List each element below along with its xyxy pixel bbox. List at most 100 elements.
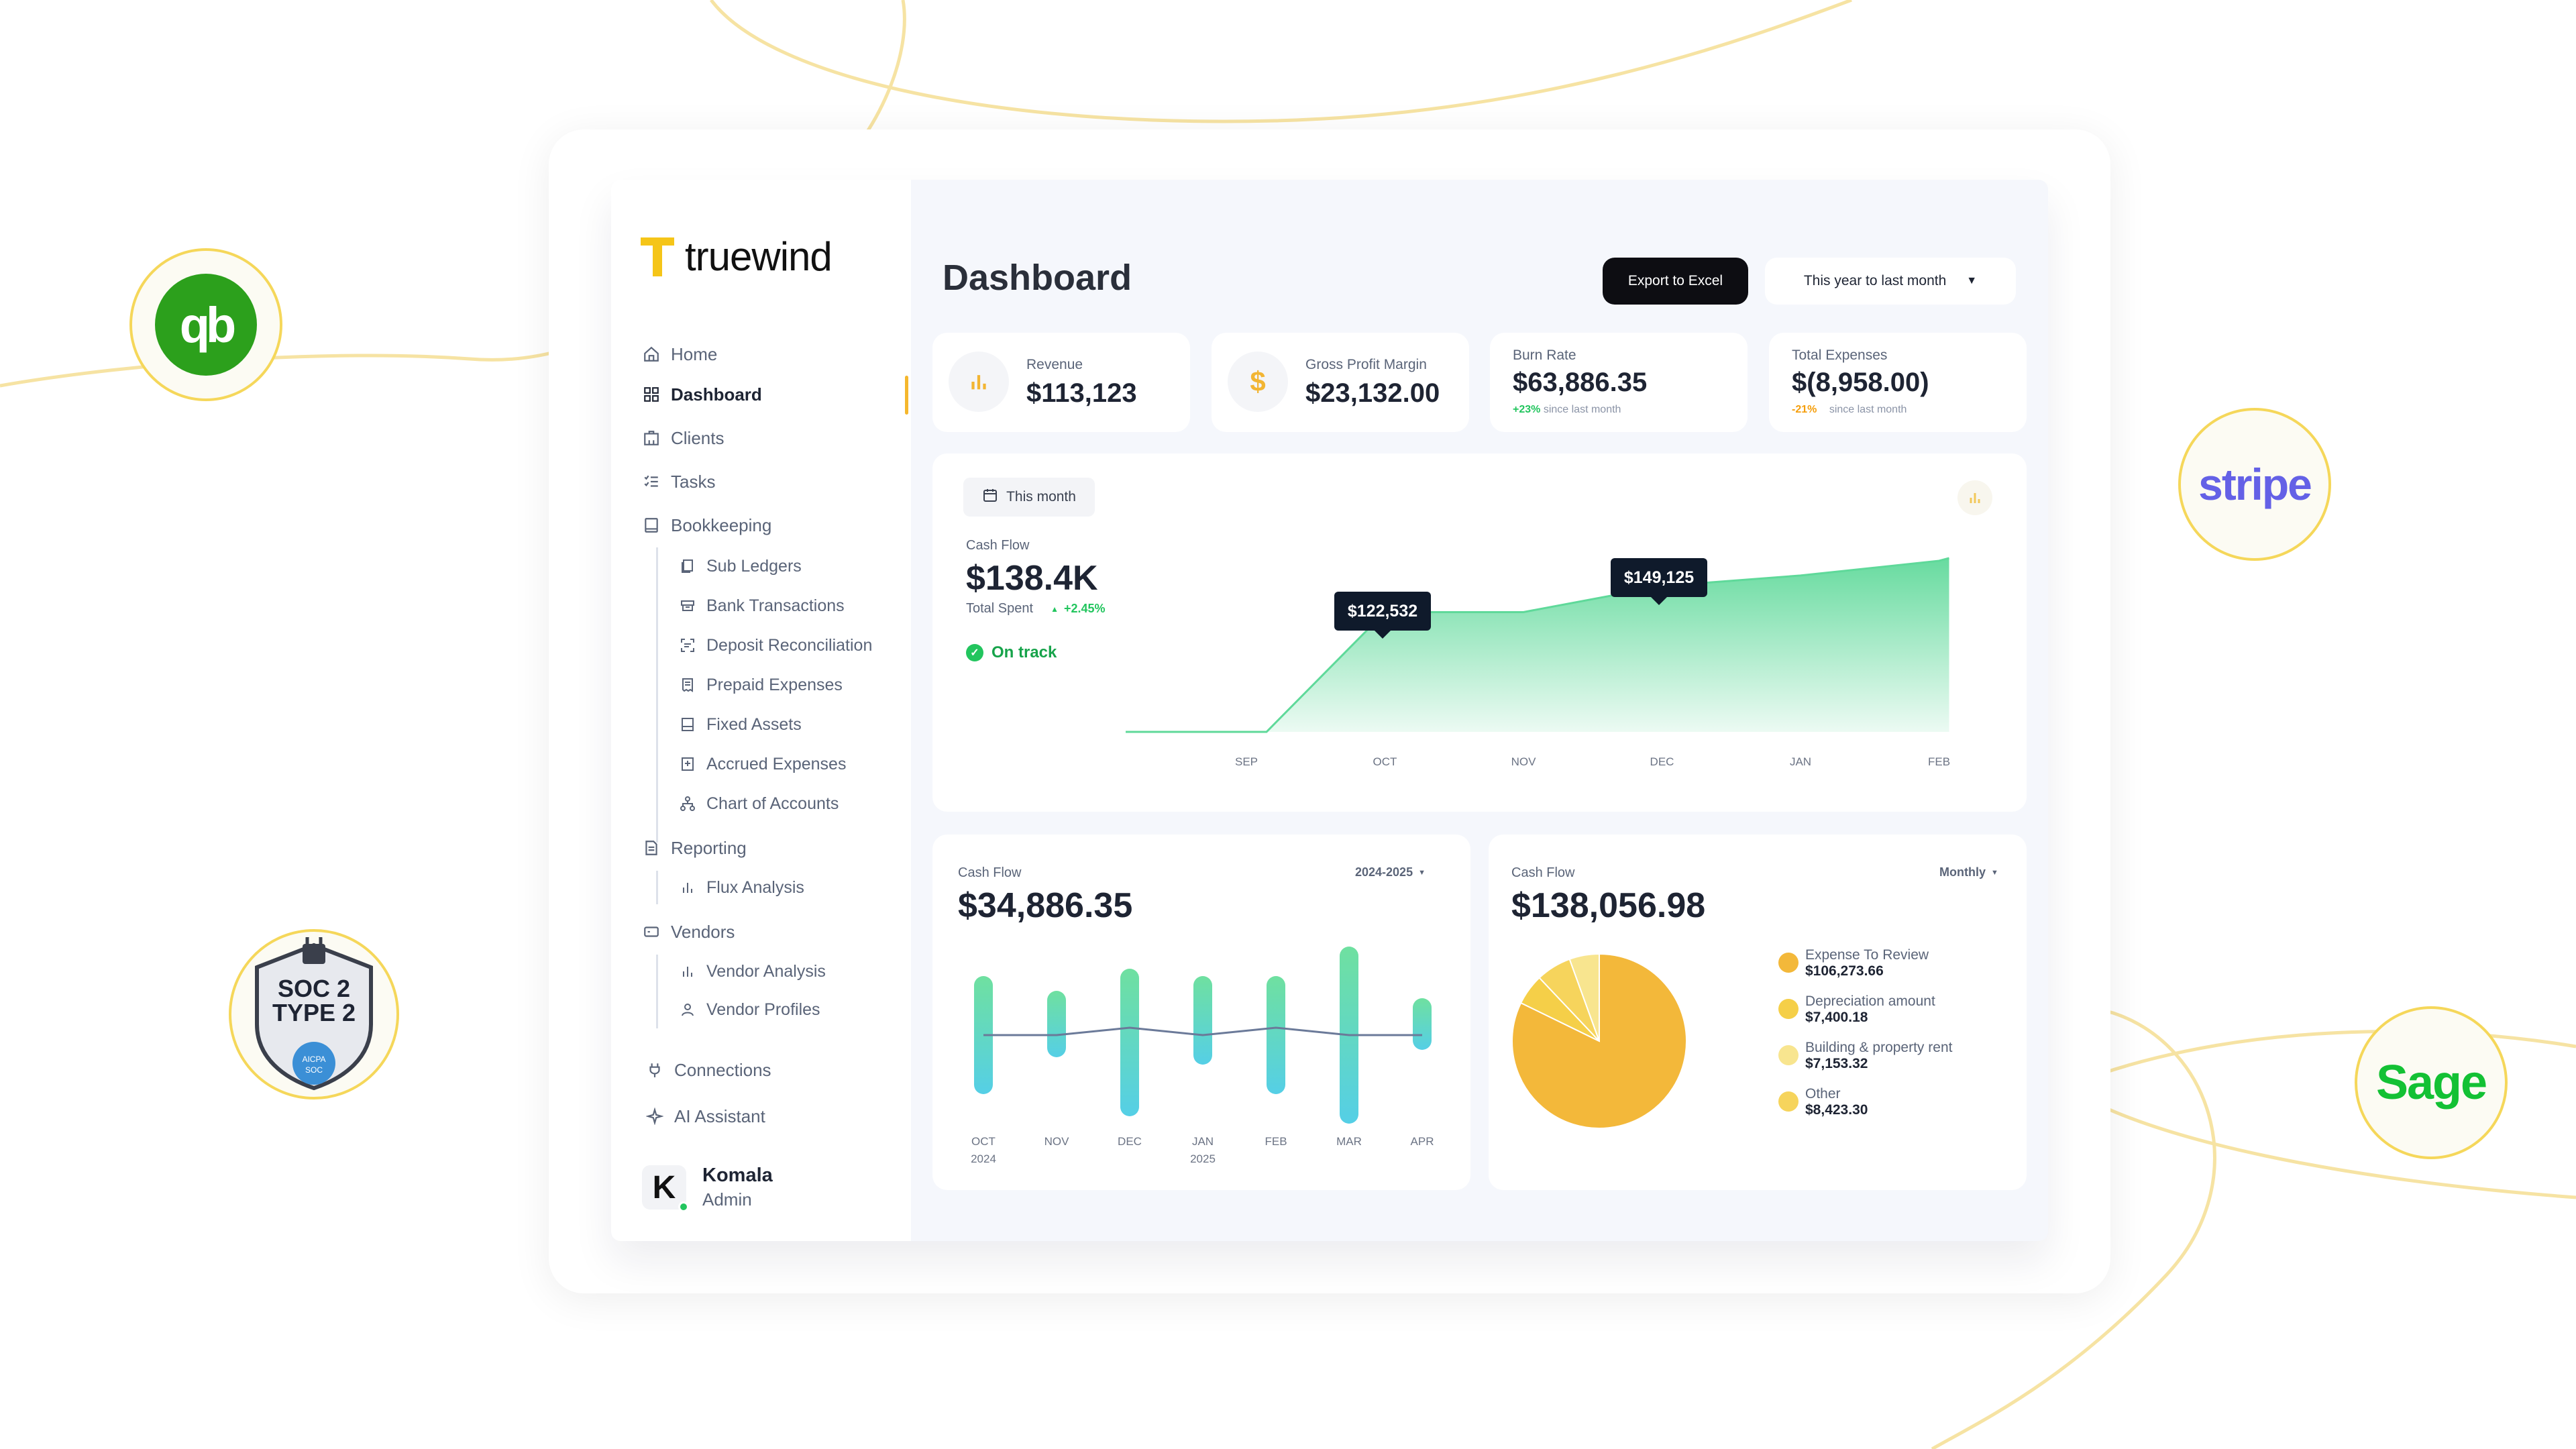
online-status-dot bbox=[678, 1201, 689, 1212]
kpi-card-burn-rate[interactable]: Burn Rate $63,886.35 +23% since last mon… bbox=[1490, 333, 1748, 432]
user-icon bbox=[678, 1000, 697, 1019]
nav-label: Clients bbox=[671, 427, 724, 448]
soc-seal-line1: AICPA bbox=[302, 1055, 325, 1064]
kpi-change: +23% since last month bbox=[1513, 404, 1621, 415]
cashflow-pie-chart bbox=[1511, 953, 1687, 1129]
kpi-label: Gross Profit Margin bbox=[1305, 357, 1427, 372]
sub-vendor-analysis[interactable]: Vendor Analysis bbox=[678, 959, 826, 984]
nav-tasks[interactable]: Tasks bbox=[641, 468, 715, 495]
export-excel-button[interactable]: Export to Excel bbox=[1603, 258, 1748, 305]
x-tick-label: FEB bbox=[1927, 755, 1951, 768]
x-tick-sublabel: 2024 bbox=[971, 1152, 996, 1165]
stripe-logo-text: stripe bbox=[2198, 460, 2312, 509]
sub-chart-of-accounts[interactable]: Chart of Accounts bbox=[678, 791, 839, 816]
x-tick-label: NOV bbox=[1511, 755, 1536, 768]
sub-label: Deposit Reconciliation bbox=[706, 635, 873, 655]
kpi-value: $113,123 bbox=[1026, 378, 1137, 408]
sub-label: Accrued Expenses bbox=[706, 754, 847, 773]
bar bbox=[1193, 976, 1212, 1065]
book-icon bbox=[641, 515, 661, 535]
hierarchy-icon bbox=[678, 794, 697, 813]
sub-accrued-expenses[interactable]: Accrued Expenses bbox=[678, 751, 846, 777]
sub-label: Vendor Profiles bbox=[706, 1000, 820, 1019]
sub-label: Prepaid Expenses bbox=[706, 675, 843, 694]
legend-dot bbox=[1778, 953, 1799, 973]
legend-name: Depreciation amount bbox=[1805, 994, 1935, 1009]
x-tick-label: DEC bbox=[1650, 755, 1674, 768]
app-window: truewind Home Dashboard Clients Tasks Bo… bbox=[611, 180, 2048, 1241]
nav-reporting[interactable]: Reporting bbox=[641, 835, 747, 861]
avatar: K bbox=[642, 1165, 689, 1212]
kpi-value: $(8,958.00) bbox=[1792, 368, 1929, 397]
kpi-label: Revenue bbox=[1026, 357, 1083, 372]
sparkle-icon bbox=[645, 1106, 665, 1126]
shield-icon: SOC 2 TYPE 2 AICPA SOC bbox=[255, 937, 373, 1091]
user-profile[interactable]: K Komala Admin bbox=[642, 1165, 773, 1212]
sage-badge: Sage bbox=[2355, 1006, 2508, 1159]
report-icon bbox=[641, 838, 661, 858]
nav-label: Dashboard bbox=[671, 384, 762, 405]
bar-chart-icon bbox=[949, 352, 1009, 412]
bank-icon bbox=[678, 596, 697, 615]
home-icon bbox=[641, 344, 661, 364]
x-tick-label: NOV bbox=[1044, 1135, 1069, 1148]
brand-logo[interactable]: truewind bbox=[639, 233, 833, 280]
nav-clients[interactable]: Clients bbox=[641, 425, 724, 451]
nav-dashboard[interactable]: Dashboard bbox=[641, 381, 762, 408]
x-tick-label: OCT bbox=[971, 1135, 996, 1148]
sub-deposit-reconciliation[interactable]: Deposit Reconciliation bbox=[678, 633, 872, 658]
sage-logo-text: Sage bbox=[2375, 1056, 2487, 1110]
soc2-badge: SOC 2 TYPE 2 AICPA SOC bbox=[229, 929, 399, 1099]
legend-value: $106,273.66 bbox=[1805, 963, 1884, 979]
legend-name: Other bbox=[1805, 1086, 1841, 1102]
nav-home[interactable]: Home bbox=[641, 341, 717, 368]
sub-label: Vendor Analysis bbox=[706, 961, 826, 981]
bar bbox=[1120, 969, 1139, 1116]
scan-icon bbox=[678, 636, 697, 655]
brand-name: truewind bbox=[685, 234, 833, 279]
sub-bank-transactions[interactable]: Bank Transactions bbox=[678, 593, 845, 619]
area-fill bbox=[1126, 558, 1949, 732]
nav-bookkeeping[interactable]: Bookkeeping bbox=[641, 512, 771, 539]
user-role: Admin bbox=[702, 1189, 752, 1210]
x-tick-label: JAN bbox=[1191, 1135, 1214, 1148]
cashflow-area-card: This month Cash Flow $138.4K Total Spent… bbox=[932, 453, 2027, 812]
sub-prepaid-expenses[interactable]: Prepaid Expenses bbox=[678, 672, 843, 698]
sub-sub-ledgers[interactable]: Sub Ledgers bbox=[678, 553, 802, 579]
legend-value: $7,153.32 bbox=[1805, 1056, 1868, 1071]
legend-dot bbox=[1778, 1045, 1799, 1065]
sub-label: Flux Analysis bbox=[706, 877, 804, 897]
kpi-change: -21% since last month bbox=[1792, 404, 1907, 415]
asset-icon bbox=[678, 715, 697, 734]
chevron-down-icon: ▼ bbox=[1966, 275, 1978, 286]
sub-label: Sub Ledgers bbox=[706, 556, 802, 576]
legend-dot bbox=[1778, 1091, 1799, 1112]
sub-flux-analysis[interactable]: Flux Analysis bbox=[678, 875, 804, 900]
sub-vendor-profiles[interactable]: Vendor Profiles bbox=[678, 997, 820, 1022]
x-tick-label: DEC bbox=[1118, 1135, 1142, 1148]
grid-icon bbox=[641, 384, 661, 405]
nav-label: AI Assistant bbox=[674, 1106, 765, 1126]
bar bbox=[1047, 991, 1066, 1057]
kpi-card-total-expenses[interactable]: Total Expenses $(8,958.00) -21% since la… bbox=[1769, 333, 2027, 432]
quickbooks-logo-icon: qb bbox=[155, 274, 257, 376]
kpi-card-revenue[interactable]: Revenue $113,123 bbox=[932, 333, 1190, 432]
nav-vendors[interactable]: Vendors bbox=[641, 918, 735, 945]
date-range-select[interactable]: This year to last month ▼ bbox=[1765, 258, 2016, 305]
sub-label: Bank Transactions bbox=[706, 596, 845, 615]
kpi-card-gross-profit[interactable]: $ Gross Profit Margin $23,132.00 bbox=[1212, 333, 1469, 432]
main-content: Dashboard Export to Excel This year to l… bbox=[911, 180, 2048, 1241]
checklist-icon bbox=[641, 472, 661, 492]
user-name: Komala bbox=[702, 1165, 773, 1186]
nav-ai-assistant[interactable]: AI Assistant bbox=[645, 1103, 765, 1130]
soc-line2: TYPE 2 bbox=[272, 999, 356, 1026]
tooltip-dec: $149,125 bbox=[1611, 558, 1707, 605]
sub-fixed-assets[interactable]: Fixed Assets bbox=[678, 712, 802, 737]
x-tick-label: OCT bbox=[1373, 755, 1397, 768]
dollar-icon: $ bbox=[1228, 352, 1288, 412]
nav-connections[interactable]: Connections bbox=[645, 1057, 771, 1083]
tree-line bbox=[656, 955, 658, 1028]
x-tick-label: FEB bbox=[1265, 1135, 1287, 1148]
kpi-value: $23,132.00 bbox=[1305, 378, 1440, 408]
bar bbox=[1267, 976, 1285, 1094]
